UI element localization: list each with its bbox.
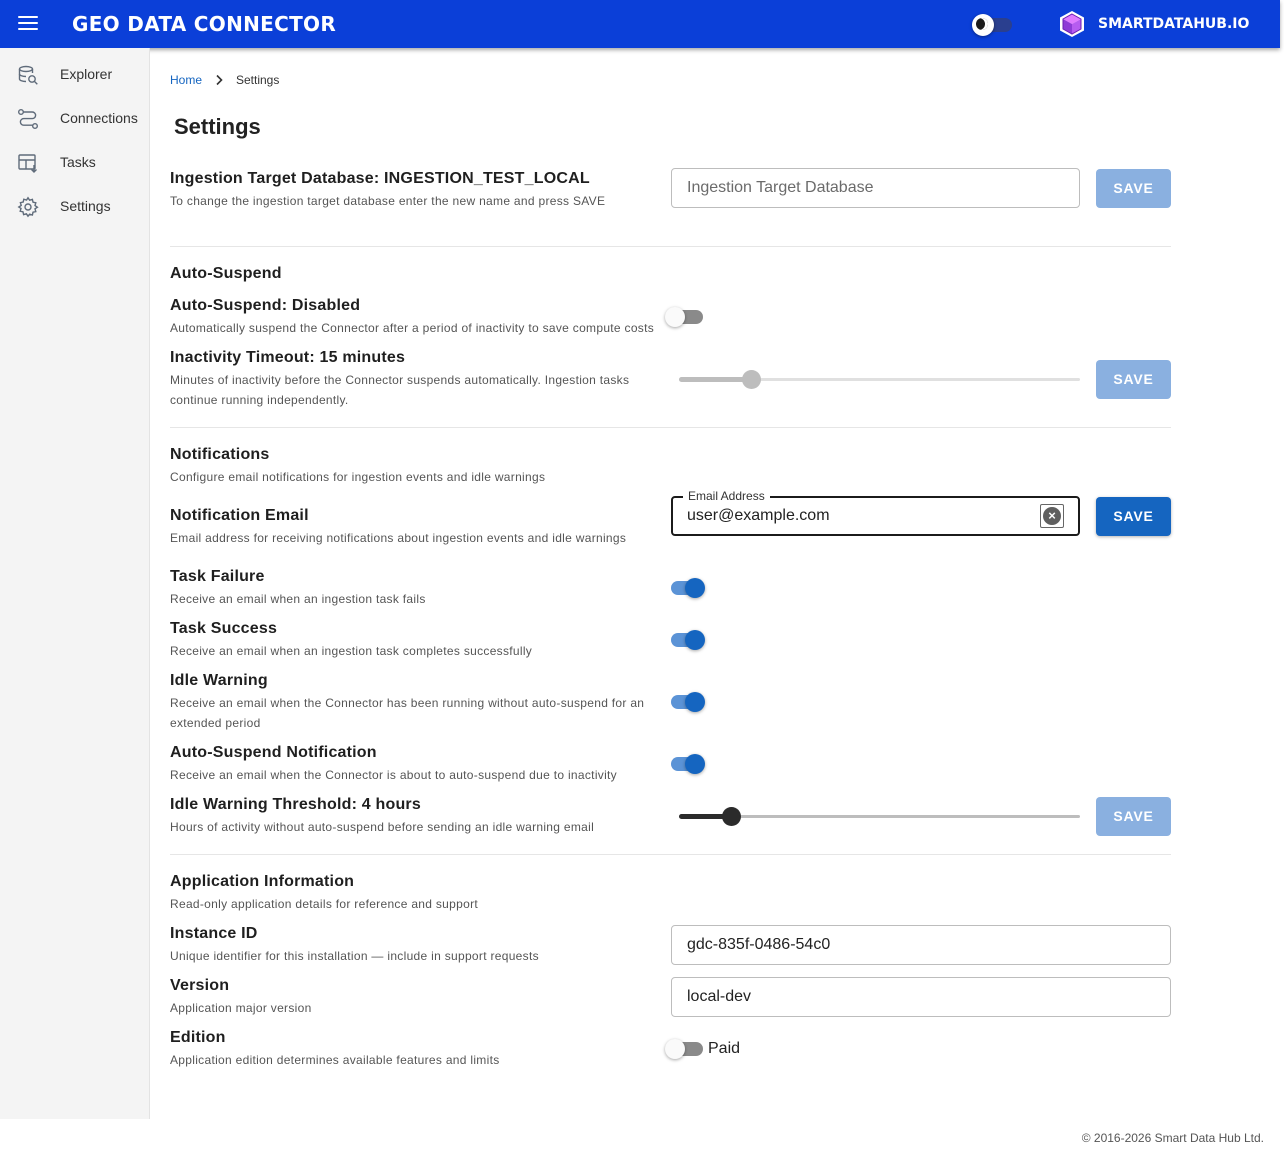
auto-suspend-notification-switch[interactable] <box>667 752 707 776</box>
route-connections-icon <box>18 109 38 129</box>
task-success-desc: Receive an email when an ingestion task … <box>170 644 533 658</box>
task-failure-switch[interactable] <box>667 576 707 600</box>
breadcrumb-current: Settings <box>236 73 280 87</box>
table-tasks-icon <box>18 154 37 173</box>
version-title: Version <box>170 977 230 994</box>
app-info-section-desc: Read-only application details for refere… <box>170 897 479 911</box>
switch-knob <box>685 692 705 712</box>
slider-thumb[interactable] <box>722 807 741 826</box>
sidebar-item-label: Settings <box>60 198 111 214</box>
moon-toggle-icon <box>972 14 994 36</box>
inactivity-timeout-desc-line1: Minutes of inactivity before the Connect… <box>170 373 630 387</box>
task-success-title: Task Success <box>170 620 278 637</box>
notifications-section-title: Notifications <box>170 446 270 463</box>
database-search-icon <box>18 65 38 85</box>
auto-suspend-notification-desc: Receive an email when the Connector is a… <box>170 768 617 782</box>
sidebar-item-label: Connections <box>60 110 138 126</box>
edition-desc: Application edition determines available… <box>170 1053 500 1067</box>
sidebar-item-label: Explorer <box>60 66 113 82</box>
app-header: GEO DATA CONNECTOR SMARTDATAHUB.IO <box>0 0 1280 48</box>
breadcrumb-home-link[interactable]: Home <box>170 73 202 87</box>
switch-knob <box>685 630 705 650</box>
sidebar-item-tasks[interactable]: Tasks <box>0 143 150 183</box>
ingestion-target-desc: To change the ingestion target database … <box>170 194 606 208</box>
inactivity-timeout-title: Inactivity Timeout: 15 minutes <box>170 349 406 366</box>
version-field[interactable]: local-dev <box>671 977 1171 1017</box>
app-info-section-title: Application Information <box>170 873 355 890</box>
version-desc: Application major version <box>170 1001 312 1015</box>
task-failure-title: Task Failure <box>170 568 265 585</box>
slider-thumb[interactable] <box>742 370 761 389</box>
idle-warning-title: Idle Warning <box>170 672 268 689</box>
ingestion-target-placeholder: Ingestion Target Database <box>687 179 874 196</box>
idle-warning-switch[interactable] <box>667 690 707 714</box>
notification-email-save-button[interactable]: SAVE <box>1096 497 1171 536</box>
inactivity-timeout-slider[interactable] <box>679 369 1080 389</box>
edition-label: Paid <box>708 1040 741 1057</box>
auto-suspend-toggle-desc: Automatically suspend the Connector afte… <box>170 321 655 335</box>
task-failure-desc: Receive an email when an ingestion task … <box>170 592 426 606</box>
app-title: GEO DATA CONNECTOR <box>72 12 337 36</box>
ingestion-target-title: Ingestion Target Database: INGESTION_TES… <box>170 170 590 187</box>
sidebar: Explorer Connections Tasks Settings <box>0 48 150 1119</box>
footer-copyright: © 2016-2026 Smart Data Hub Ltd. <box>1081 1131 1264 1145</box>
idle-threshold-save-button[interactable]: SAVE <box>1096 797 1171 836</box>
inactivity-timeout-save-button[interactable]: SAVE <box>1096 360 1171 399</box>
idle-threshold-title: Idle Warning Threshold: 4 hours <box>170 796 421 813</box>
theme-toggle[interactable] <box>972 14 1012 36</box>
notifications-section-desc: Configure email notifications for ingest… <box>170 470 546 484</box>
close-circle-icon: × <box>1043 507 1061 525</box>
instance-id-desc: Unique identifier for this installation … <box>170 949 539 963</box>
clear-input-button[interactable]: × <box>1040 504 1064 528</box>
version-value: local-dev <box>687 988 752 1005</box>
ingestion-save-button[interactable]: SAVE <box>1096 169 1171 208</box>
idle-warning-desc-line1: Receive an email when the Connector has … <box>170 696 645 710</box>
email-field-value: user@example.com <box>687 507 830 524</box>
brand-name: SMARTDATAHUB.IO <box>1098 16 1250 32</box>
inactivity-timeout-desc-line2: continue running independently. <box>170 393 349 407</box>
sidebar-item-settings[interactable]: Settings <box>0 187 150 227</box>
instance-id-value: gdc-835f-0486-54c0 <box>687 936 831 953</box>
chevron-right-icon <box>216 74 223 86</box>
notification-email-field[interactable]: Email Address user@example.com × <box>671 489 1080 536</box>
cube-logo-icon <box>1060 11 1084 37</box>
divider <box>170 427 1171 428</box>
hamburger-menu-icon[interactable] <box>18 16 38 32</box>
edition-title: Edition <box>170 1029 226 1046</box>
auto-suspend-section-title: Auto-Suspend <box>170 265 282 282</box>
idle-threshold-desc: Hours of activity without auto-suspend b… <box>170 820 595 834</box>
sidebar-item-connections[interactable]: Connections <box>0 99 150 139</box>
switch-knob <box>665 307 685 327</box>
slider-fill <box>679 377 751 382</box>
switch-knob <box>685 578 705 598</box>
auto-suspend-toggle-title: Auto-Suspend: Disabled <box>170 297 361 314</box>
email-field-label: Email Address <box>683 489 770 503</box>
switch-knob <box>685 754 705 774</box>
notification-email-desc: Email address for receiving notification… <box>170 531 627 545</box>
instance-id-title: Instance ID <box>170 925 258 942</box>
auto-suspend-notification-title: Auto-Suspend Notification <box>170 744 377 761</box>
notification-email-title: Notification Email <box>170 507 309 524</box>
task-success-switch[interactable] <box>667 628 707 652</box>
sidebar-item-explorer[interactable]: Explorer <box>0 55 150 95</box>
edition-switch[interactable] <box>665 1037 707 1061</box>
switch-knob <box>665 1039 685 1059</box>
auto-suspend-switch[interactable] <box>665 305 707 329</box>
instance-id-field[interactable]: gdc-835f-0486-54c0 <box>671 925 1171 965</box>
ingestion-target-input[interactable]: Ingestion Target Database <box>671 168 1080 208</box>
idle-threshold-slider[interactable] <box>679 806 1080 826</box>
page-title: Settings <box>174 114 261 139</box>
divider <box>170 246 1171 247</box>
sidebar-item-label: Tasks <box>60 154 96 170</box>
gear-icon <box>17 196 39 218</box>
divider <box>170 854 1171 855</box>
idle-warning-desc-line2: extended period <box>170 716 261 730</box>
